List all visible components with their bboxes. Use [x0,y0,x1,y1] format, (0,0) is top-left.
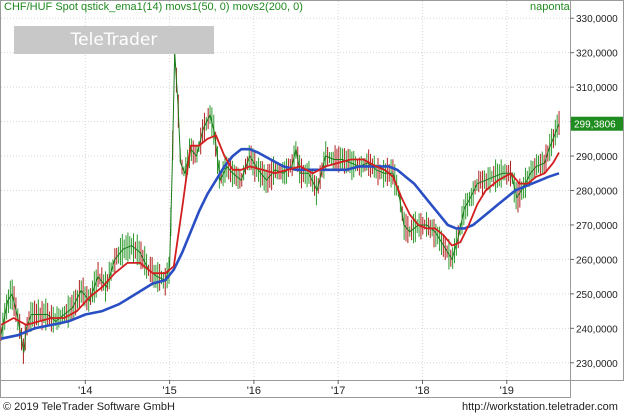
chart-legend-header: CHF/HUF Spot qstick_ema1(14) movs1(50, 0… [4,1,303,13]
x-tick-label: '18 [415,385,429,397]
copyright-text: © 2019 TeleTrader Software GmbH [3,401,175,413]
x-tick-label: '14 [78,385,92,397]
x-tick-label: '19 [500,385,514,397]
watermark-product: WorkStation [54,58,174,78]
y-tick-label: 310,0000 [576,83,618,94]
y-tick-label: 290,0000 [576,152,618,163]
y-tick-label: 280,0000 [576,187,618,198]
watermark-brand: TeleTrader [70,30,158,50]
y-tick-label: 230,0000 [576,359,618,370]
y-tick-label: 250,0000 [576,290,618,301]
x-tick-label: '17 [331,385,345,397]
y-tick-label: 260,0000 [576,255,618,266]
watermark-logo: TeleTrader WorkStation [14,26,214,78]
x-tick-label: '15 [162,385,176,397]
y-tick-label: 270,0000 [576,221,618,232]
y-tick-label: 240,0000 [576,324,618,335]
x-tick-label: '16 [247,385,261,397]
y-tick-label: 320,0000 [576,49,618,60]
source-url-link[interactable]: http://workstation.teletrader.com [462,401,618,413]
last-value-label: 299,3806 [574,120,616,131]
period-label: naponta [530,1,570,13]
y-tick-label: 330,0000 [576,14,618,25]
